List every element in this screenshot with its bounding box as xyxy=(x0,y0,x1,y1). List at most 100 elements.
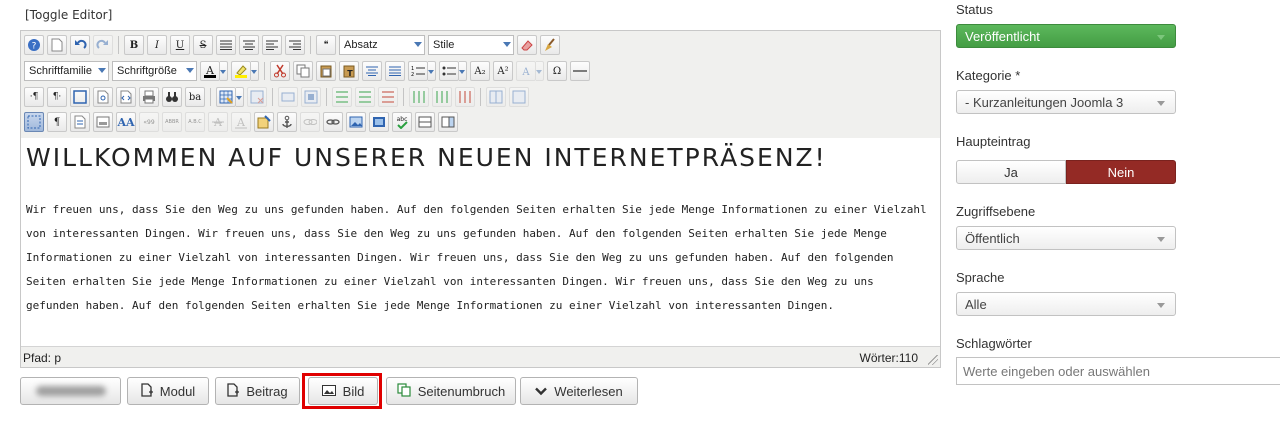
fullscreen-icon[interactable] xyxy=(70,87,90,107)
read-more-icon[interactable] xyxy=(438,112,458,132)
highlight-color-dropdown[interactable] xyxy=(251,61,259,81)
undo-icon[interactable] xyxy=(70,35,90,55)
insert-media-icon[interactable] xyxy=(369,112,389,132)
style-props-icon[interactable]: AA xyxy=(116,112,136,132)
language-select[interactable]: Alle xyxy=(956,292,1176,316)
paste-text-icon[interactable]: T xyxy=(339,61,359,81)
align-center-icon[interactable] xyxy=(239,35,259,55)
align-justify-icon[interactable] xyxy=(216,35,236,55)
ltr-icon[interactable]: ·¶ xyxy=(24,87,44,107)
access-select[interactable]: Öffentlich xyxy=(956,226,1176,250)
superscript-icon[interactable]: A² xyxy=(493,61,513,81)
insert-col-after-icon[interactable] xyxy=(432,87,452,107)
table-row-props-icon[interactable] xyxy=(278,87,298,107)
insert-image-icon[interactable] xyxy=(346,112,366,132)
redo-icon[interactable] xyxy=(93,35,113,55)
replace-icon[interactable]: ba xyxy=(185,87,205,107)
article-button[interactable]: Beitrag xyxy=(215,377,300,405)
blockquote-icon[interactable]: ❝ xyxy=(316,35,336,55)
insert-layer-icon[interactable] xyxy=(93,112,113,132)
preview-icon[interactable] xyxy=(93,87,113,107)
horizontal-rule-icon[interactable] xyxy=(570,61,590,81)
blurred-button[interactable] xyxy=(20,377,121,405)
content-heading: WILLKOMMEN AUF UNSERER NEUEN INTERNETPRÄ… xyxy=(26,143,827,172)
element-path[interactable]: Pfad: p xyxy=(23,351,61,365)
image-button[interactable]: Bild xyxy=(308,377,378,405)
table-cell-props-icon[interactable] xyxy=(301,87,321,107)
format-select[interactable]: Absatz xyxy=(339,35,425,55)
align-right-icon[interactable] xyxy=(285,35,305,55)
blurred-label xyxy=(35,386,106,396)
highlight-color-icon[interactable] xyxy=(231,61,251,81)
page-break-icon[interactable] xyxy=(415,112,435,132)
link-icon[interactable] xyxy=(323,112,343,132)
insert-table-icon[interactable] xyxy=(216,87,236,107)
svg-text:A: A xyxy=(236,116,246,129)
spellcheck-icon[interactable]: abc xyxy=(392,112,412,132)
rtl-icon[interactable]: ¶· xyxy=(47,87,67,107)
delete-text-icon[interactable]: A xyxy=(208,112,228,132)
abbr-icon[interactable]: ABBR xyxy=(162,112,182,132)
bullet-list-dropdown[interactable] xyxy=(459,61,467,81)
numbered-list-dropdown[interactable] xyxy=(428,61,436,81)
readmore-button[interactable]: Weiterlesen xyxy=(520,377,638,405)
cite-icon[interactable]: «99 xyxy=(139,112,159,132)
featured-no-button[interactable]: Nein xyxy=(1066,160,1176,184)
special-style-icon[interactable]: A xyxy=(516,61,536,81)
text-color-icon[interactable]: A xyxy=(200,61,220,81)
text-color-dropdown[interactable] xyxy=(220,61,228,81)
toggle-editor-link[interactable]: [Toggle Editor] xyxy=(25,8,112,22)
special-character-icon[interactable]: Ω xyxy=(547,61,567,81)
delete-col-icon[interactable] xyxy=(455,87,475,107)
anchor-icon[interactable] xyxy=(277,112,297,132)
subscript-icon[interactable]: A₂ xyxy=(470,61,490,81)
bullet-list-icon[interactable] xyxy=(439,61,459,81)
italic-icon[interactable]: I xyxy=(147,35,167,55)
print-icon[interactable] xyxy=(139,87,159,107)
insert-row-after-icon[interactable] xyxy=(355,87,375,107)
numbered-list-icon[interactable]: 12 xyxy=(408,61,428,81)
module-button[interactable]: Modul xyxy=(127,377,209,405)
font-family-select[interactable]: Schriftfamilie xyxy=(24,61,109,81)
paste-word-icon[interactable] xyxy=(362,61,382,81)
underline-icon[interactable]: U xyxy=(170,35,190,55)
paste-icon[interactable] xyxy=(316,61,336,81)
bold-icon[interactable]: B xyxy=(124,35,144,55)
merge-cells-icon[interactable] xyxy=(509,87,529,107)
acronym-icon[interactable]: A.B.C xyxy=(185,112,205,132)
eraser-icon[interactable] xyxy=(517,35,537,55)
template-icon[interactable] xyxy=(70,112,90,132)
pagebreak-button[interactable]: Seitenumbruch xyxy=(386,377,516,405)
cleanup-broom-icon[interactable] xyxy=(540,35,560,55)
tags-input[interactable]: Werte eingeben oder auswählen xyxy=(956,357,1280,385)
select-all-icon[interactable] xyxy=(385,61,405,81)
split-cells-icon[interactable] xyxy=(486,87,506,107)
status-select[interactable]: Veröffentlicht xyxy=(956,24,1176,48)
source-code-icon[interactable] xyxy=(116,87,136,107)
font-size-select[interactable]: Schriftgröße xyxy=(112,61,197,81)
align-left-icon[interactable] xyxy=(262,35,282,55)
resize-handle-icon[interactable] xyxy=(928,355,938,365)
help-icon[interactable]: ? xyxy=(24,35,44,55)
show-blocks-icon[interactable]: ¶ xyxy=(47,112,67,132)
insert-col-before-icon[interactable] xyxy=(409,87,429,107)
unlink-icon[interactable] xyxy=(300,112,320,132)
cut-icon[interactable] xyxy=(270,61,290,81)
style-select[interactable]: Stile xyxy=(428,35,514,55)
featured-yes-button[interactable]: Ja xyxy=(956,160,1066,184)
insert-table-dropdown[interactable] xyxy=(236,87,244,107)
attributes-icon[interactable] xyxy=(254,112,274,132)
editor-content-area[interactable]: WILLKOMMEN AUF UNSERER NEUEN INTERNETPRÄ… xyxy=(21,138,940,346)
special-style-dropdown[interactable] xyxy=(536,61,544,81)
insert-text-icon[interactable]: A xyxy=(231,112,251,132)
category-select[interactable]: - Kurzanleitungen Joomla 3 xyxy=(956,90,1176,114)
delete-table-icon[interactable] xyxy=(247,87,267,107)
status-label: Status xyxy=(956,2,993,17)
new-document-icon[interactable] xyxy=(47,35,67,55)
visual-aid-icon[interactable] xyxy=(24,112,44,132)
search-binoculars-icon[interactable] xyxy=(162,87,182,107)
delete-row-icon[interactable] xyxy=(378,87,398,107)
copy-icon[interactable] xyxy=(293,61,313,81)
strikethrough-icon[interactable]: S xyxy=(193,35,213,55)
insert-row-before-icon[interactable] xyxy=(332,87,352,107)
